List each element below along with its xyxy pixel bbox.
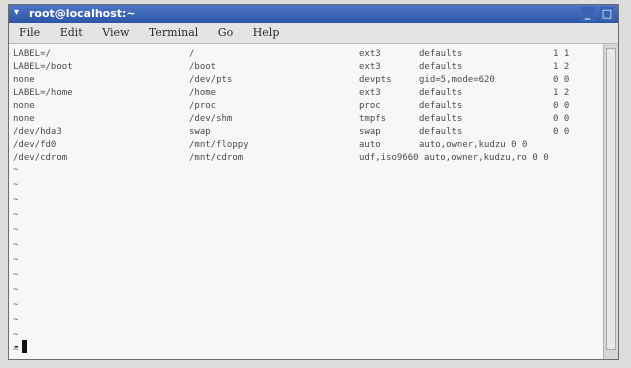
fstab-device: /dev/fd0 — [13, 140, 57, 150]
menu-terminal[interactable]: Terminal — [141, 23, 206, 39]
fstab-mountpoint: /boot — [189, 62, 217, 72]
fstab-mountpoint: /mnt/cdrom — [189, 153, 244, 163]
fstab-device: none — [13, 114, 35, 124]
fstab-options: defaults — [419, 88, 463, 98]
empty-line-tilde: ~ — [13, 300, 19, 310]
menu-file[interactable]: File — [9, 23, 48, 39]
vertical-scrollbar[interactable] — [603, 44, 618, 359]
screen-photo-background: ▾ root@localhost:~ _ □ File Edit View Te… — [0, 0, 631, 368]
fstab-mountpoint: /home — [189, 88, 217, 98]
fstab-device: none — [13, 101, 35, 111]
fstab-device: LABEL=/boot — [13, 62, 73, 72]
fstab-mountpoint: /dev/shm — [189, 114, 233, 124]
fstab-fstype: proc — [359, 101, 381, 111]
fstab-options: defaults — [419, 127, 463, 137]
fstab-mountpoint: swap — [189, 127, 211, 137]
fstab-fstype: ext3 — [359, 62, 381, 72]
fstab-fstype: ext3 — [359, 88, 381, 98]
menu-edit[interactable]: Edit — [52, 23, 91, 39]
empty-line-tilde: ~ — [13, 345, 19, 355]
fstab-device: /dev/cdrom — [13, 153, 68, 163]
fstab-device: none — [13, 75, 35, 85]
fstab-options: defaults — [419, 62, 463, 72]
fstab-device: LABEL=/ — [13, 49, 51, 59]
maximize-button[interactable]: □ — [600, 7, 614, 21]
terminal-output[interactable]: - LABEL=// ext3 defaults 1 1 LABEL=/boot/boo… — [9, 44, 604, 359]
scrollbar-thumb[interactable] — [606, 48, 616, 350]
title-bar[interactable]: ▾ root@localhost:~ _ □ — [9, 5, 618, 23]
fstab-mountpoint: / — [189, 49, 195, 59]
fstab-options: defaults — [419, 49, 463, 59]
fstab-fstype: udf,iso9660 auto,owner,kudzu,ro 0 0 — [359, 153, 549, 163]
empty-line-tilde: ~ — [13, 330, 19, 340]
empty-line-tilde: ~ — [13, 195, 19, 205]
fstab-fstype: swap — [359, 127, 381, 137]
menu-go[interactable]: Go — [210, 23, 241, 39]
fstab-dump-pass: 1 2 — [553, 62, 570, 72]
window-title: root@localhost:~ — [29, 7, 136, 20]
minimize-button[interactable]: _ — [580, 7, 595, 21]
empty-line-tilde: ~ — [13, 270, 19, 280]
empty-line-tilde: ~ — [13, 165, 19, 175]
fstab-dump-pass: 0 0 — [553, 101, 570, 111]
fstab-fstype: devpts — [359, 75, 392, 85]
window-controls: _ □ — [579, 7, 614, 21]
terminal-icon[interactable]: ▾ — [14, 8, 24, 18]
fstab-dump-pass: 0 0 — [553, 127, 570, 137]
fstab-mountpoint: /proc — [189, 101, 217, 111]
fstab-fstype: auto — [359, 140, 381, 150]
text-cursor — [21, 340, 27, 353]
fstab-mountpoint: /dev/pts — [189, 75, 233, 85]
empty-line-tilde: ~ — [13, 180, 19, 190]
empty-line-tilde: ~ — [13, 240, 19, 250]
menu-view[interactable]: View — [94, 23, 137, 39]
fstab-dump-pass: 0 0 — [553, 75, 570, 85]
fstab-options: auto,owner,kudzu 0 0 — [419, 140, 528, 150]
fstab-mountpoint: /mnt/floppy — [189, 140, 249, 150]
terminal-window: ▾ root@localhost:~ _ □ File Edit View Te… — [8, 4, 619, 360]
fstab-fstype: tmpfs — [359, 114, 387, 124]
fstab-device: /dev/hda3 — [13, 127, 62, 137]
fstab-options: defaults — [419, 114, 463, 124]
empty-line-tilde: ~ — [13, 255, 19, 265]
empty-line-tilde: ~ — [13, 285, 19, 295]
fstab-dump-pass: 1 2 — [553, 88, 570, 98]
fstab-device: LABEL=/home — [13, 88, 73, 98]
menu-bar: File Edit View Terminal Go Help — [9, 23, 618, 44]
fstab-fstype: ext3 — [359, 49, 381, 59]
fstab-dump-pass: 1 1 — [553, 49, 570, 59]
empty-line-tilde: ~ — [13, 210, 19, 220]
fstab-dump-pass: 0 0 — [553, 114, 570, 124]
fstab-options: defaults — [419, 101, 463, 111]
menu-help[interactable]: Help — [245, 23, 288, 39]
empty-line-tilde: ~ — [13, 315, 19, 325]
empty-line-tilde: ~ — [13, 225, 19, 235]
fstab-options: gid=5,mode=620 — [419, 75, 495, 85]
